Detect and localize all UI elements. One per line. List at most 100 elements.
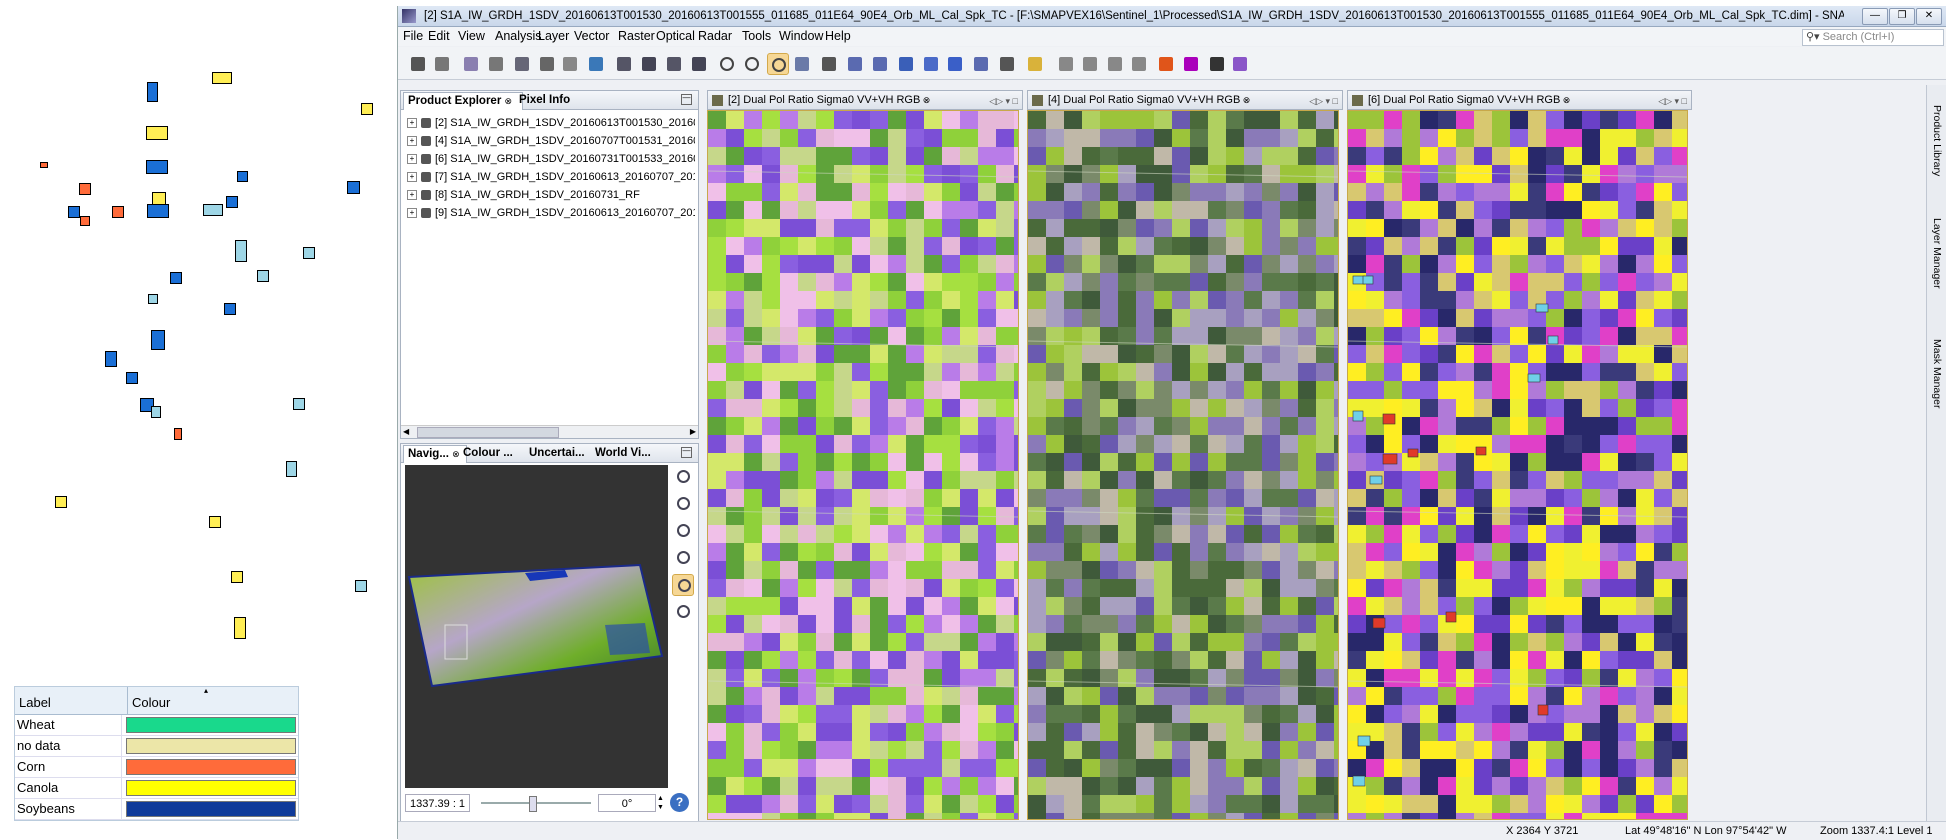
vector-overlay-polygon[interactable] — [1357, 735, 1371, 747]
navigation-overview[interactable] — [405, 465, 668, 788]
expand-icon[interactable]: + — [407, 190, 417, 201]
image-view-2[interactable] — [1027, 110, 1339, 820]
menu-file[interactable]: File — [403, 29, 423, 43]
gcp-icon[interactable] — [559, 53, 581, 75]
graph-batch-icon[interactable] — [638, 53, 660, 75]
tab-colour-manipulation[interactable]: Colour ... — [459, 445, 529, 462]
product-node[interactable]: + [8] S1A_IW_GRDH_1SDV_20160731_RF — [407, 187, 695, 204]
minimize-panel-icon[interactable]: — — [681, 94, 692, 105]
vector-overlay-polygon[interactable] — [1535, 303, 1549, 313]
zoom-factor-field[interactable]: 1337.39 : 1 — [405, 794, 470, 812]
legend-row[interactable]: Soybeans — [15, 799, 298, 820]
magic-wand-icon[interactable] — [970, 53, 992, 75]
line-draw-icon[interactable] — [844, 53, 866, 75]
legend-header-label[interactable]: Label — [15, 687, 128, 714]
side-tab-mask-manager[interactable]: Mask Manager — [1931, 339, 1943, 408]
menu-help[interactable]: Help — [825, 29, 851, 43]
grid-icon[interactable] — [511, 53, 533, 75]
menu-radar[interactable]: Radar — [698, 29, 732, 43]
menu-raster[interactable]: Raster — [618, 29, 655, 43]
star-icon[interactable] — [1155, 53, 1177, 75]
rotation-field[interactable]: 0° — [598, 794, 656, 812]
graph-icon[interactable] — [613, 53, 635, 75]
search-field[interactable]: ⚲▾ Search (Ctrl+I) — [1802, 29, 1944, 46]
sync-cursor-icon[interactable] — [672, 601, 694, 623]
gcp-place-icon[interactable] — [818, 53, 840, 75]
product-node[interactable]: + [7] S1A_IW_GRDH_1SDV_20160613_20160707_… — [407, 169, 695, 186]
vector-overlay-polygon[interactable] — [1407, 448, 1419, 458]
legend-colour-swatch[interactable] — [126, 717, 296, 733]
range-finder-icon[interactable] — [996, 53, 1018, 75]
legend-row[interactable]: Canola — [15, 778, 298, 799]
close-icon[interactable]: ⊗ — [920, 95, 931, 105]
zoom-slider-thumb[interactable] — [529, 796, 537, 812]
minimize-panel-icon[interactable]: — — [681, 447, 692, 458]
menu-vector[interactable]: Vector — [574, 29, 609, 43]
close-icon[interactable]: ⊗ — [505, 96, 513, 106]
expand-icon[interactable]: + — [407, 208, 417, 219]
grapes-icon[interactable] — [1229, 53, 1251, 75]
vector-overlay-polygon[interactable] — [1352, 410, 1364, 422]
menu-layer[interactable]: Layer — [538, 29, 569, 43]
legend-colour-swatch[interactable] — [126, 759, 296, 775]
sar-sim-icon[interactable] — [663, 53, 685, 75]
polyline-draw-icon[interactable] — [869, 53, 891, 75]
sync-views-icon[interactable] — [672, 574, 694, 596]
tab-uncertainty[interactable]: Uncertai... — [525, 445, 595, 462]
expand-icon[interactable]: + — [407, 136, 417, 147]
tile-horizontal-icon[interactable] — [1079, 53, 1101, 75]
scrollbar-thumb[interactable] — [417, 427, 559, 438]
view-tab-2[interactable]: [4] Dual Pol Ratio Sigma0 VV+VH RGB ⊗ ◁▷ … — [1027, 90, 1343, 110]
image-view-3[interactable] — [1347, 110, 1688, 820]
rectangle-draw-icon[interactable] — [895, 53, 917, 75]
zoom-pixel-icon[interactable] — [672, 520, 694, 542]
zoom-tool-icon[interactable] — [767, 53, 789, 75]
scroll-right-icon[interactable]: ▶ — [690, 427, 696, 436]
tab-world-view[interactable]: World Vi... — [591, 445, 661, 462]
expand-icon[interactable]: + — [407, 154, 417, 165]
share-icon[interactable] — [688, 53, 710, 75]
view-tab-1[interactable]: [2] Dual Pol Ratio Sigma0 VV+VH RGB ⊗ ◁▷ … — [707, 90, 1023, 110]
tab-navigation[interactable]: Navig... ⊗ — [403, 445, 467, 463]
legend-colour-swatch[interactable] — [126, 801, 296, 817]
menu-optical[interactable]: Optical — [656, 29, 695, 43]
zoom-in-icon[interactable] — [672, 466, 694, 488]
image-view-1[interactable] — [707, 110, 1019, 820]
close-icon[interactable]: ⊗ — [1240, 95, 1251, 105]
vector-overlay-polygon[interactable] — [1445, 611, 1457, 623]
sort-ascending-icon[interactable]: ▴ — [204, 686, 208, 695]
legend-colour-swatch[interactable] — [126, 738, 296, 754]
zoom-out-icon[interactable] — [672, 493, 694, 515]
close-button[interactable]: ✕ — [1916, 8, 1942, 25]
pin-icon[interactable] — [536, 53, 558, 75]
zoom-all-icon[interactable] — [672, 547, 694, 569]
tab-pixel-info[interactable]: Pixel Info — [515, 92, 593, 109]
menu-analysis[interactable]: Analysis — [495, 29, 542, 43]
legend-row[interactable]: Corn — [15, 757, 298, 778]
product-node[interactable]: + [4] S1A_IW_GRDH_1SDV_20160707T001531_20… — [407, 133, 695, 150]
scroll-left-icon[interactable]: ◀ — [403, 427, 409, 436]
cross-icon[interactable] — [1180, 53, 1202, 75]
tile-single-icon[interactable] — [1128, 53, 1150, 75]
menu-edit[interactable]: Edit — [428, 29, 450, 43]
zoom-slider[interactable] — [481, 796, 591, 812]
view-tab-controls[interactable]: ◁▷ ▾ □ — [989, 92, 1018, 109]
minimize-button[interactable]: — — [1862, 8, 1888, 25]
legend-header-colour[interactable]: Colour — [128, 687, 298, 714]
pan-tool-icon[interactable] — [741, 53, 763, 75]
pencil-icon[interactable] — [1024, 53, 1046, 75]
close-icon[interactable]: ⊗ — [1560, 95, 1571, 105]
horizontal-scrollbar[interactable]: ◀ ▶ — [401, 425, 698, 438]
vector-overlay-polygon[interactable] — [1369, 475, 1383, 485]
product-node[interactable]: + [2] S1A_IW_GRDH_1SDV_20160613T001530_20… — [407, 115, 695, 132]
tab-product-explorer[interactable]: Product Explorer ⊗ — [403, 92, 523, 110]
vector-overlay-polygon[interactable] — [1527, 373, 1541, 383]
rotation-spinner[interactable]: ▲ ▼ — [657, 794, 664, 812]
vector-overlay-polygon[interactable] — [1372, 617, 1386, 629]
product-node[interactable]: + [6] S1A_IW_GRDH_1SDV_20160731T001533_20… — [407, 151, 695, 168]
view-tab-3[interactable]: [6] Dual Pol Ratio Sigma0 VV+VH RGB ⊗ ◁▷ … — [1347, 90, 1692, 110]
save-product-icon[interactable] — [431, 53, 453, 75]
view-tab-controls[interactable]: ◁▷ ▾ □ — [1658, 92, 1687, 109]
help-icon[interactable]: ? — [670, 793, 689, 812]
maximize-button[interactable]: ❐ — [1889, 8, 1915, 25]
